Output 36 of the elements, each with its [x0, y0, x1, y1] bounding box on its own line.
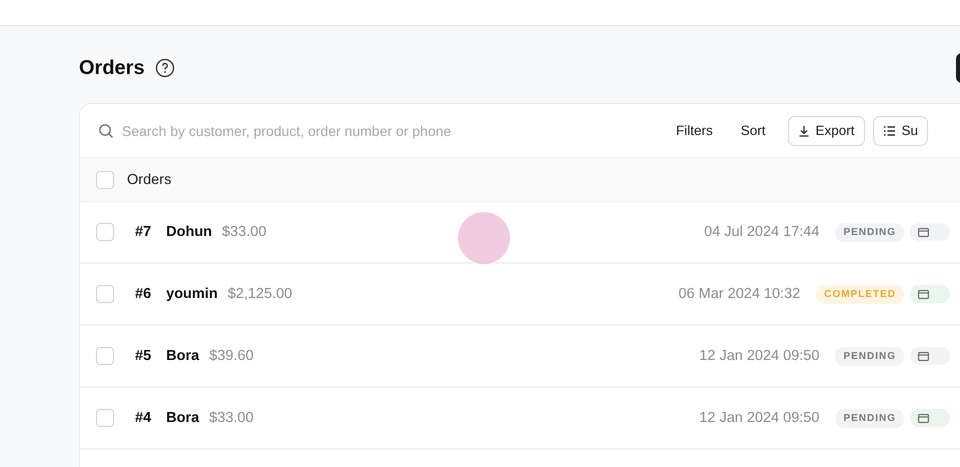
order-date: 12 Jan 2024 09:50 [699, 410, 820, 426]
list-icon [882, 124, 896, 136]
status-badge: COMPLETED [816, 284, 904, 304]
summary-button[interactable]: Su [872, 116, 928, 146]
order-date: 04 Jul 2024 17:44 [704, 224, 820, 240]
download-icon [798, 124, 810, 136]
row-checkbox[interactable] [96, 223, 114, 241]
order-total: $33.00 [209, 410, 254, 426]
column-header: Orders [127, 172, 172, 188]
export-button[interactable]: Export [788, 116, 865, 146]
row-checkbox[interactable] [96, 347, 114, 365]
order-number: #5 [135, 348, 152, 364]
search-icon [98, 122, 114, 138]
toolbar-button[interactable]: Filters [662, 117, 727, 144]
touch-indicator [458, 212, 510, 264]
customer-name: Bora [166, 348, 200, 364]
toolbar-button[interactable]: Sort [726, 117, 780, 144]
customer-name: youmin [166, 286, 218, 302]
order-total: $33.00 [222, 224, 266, 240]
row-checkbox[interactable] [96, 285, 114, 303]
status-badge: PENDING [835, 408, 904, 428]
order-number: #7 [135, 224, 152, 240]
help-icon[interactable] [154, 58, 175, 78]
customer-name: Dohun [166, 224, 212, 240]
order-date: 06 Mar 2024 10:32 [678, 286, 800, 302]
order-number: #6 [135, 286, 152, 302]
order-date: 12 Jan 2024 09:50 [699, 348, 820, 364]
row-checkbox[interactable] [96, 409, 114, 427]
status-badge: PENDING [835, 346, 904, 366]
order-total: $39.60 [209, 348, 254, 364]
order-number: #4 [135, 410, 152, 426]
select-all-checkbox[interactable] [96, 170, 114, 188]
order-total: $2,125.00 [228, 286, 292, 302]
status-badge: PENDING [835, 222, 904, 242]
customer-name: Bora [166, 410, 200, 426]
page-title: Orders [79, 56, 145, 80]
